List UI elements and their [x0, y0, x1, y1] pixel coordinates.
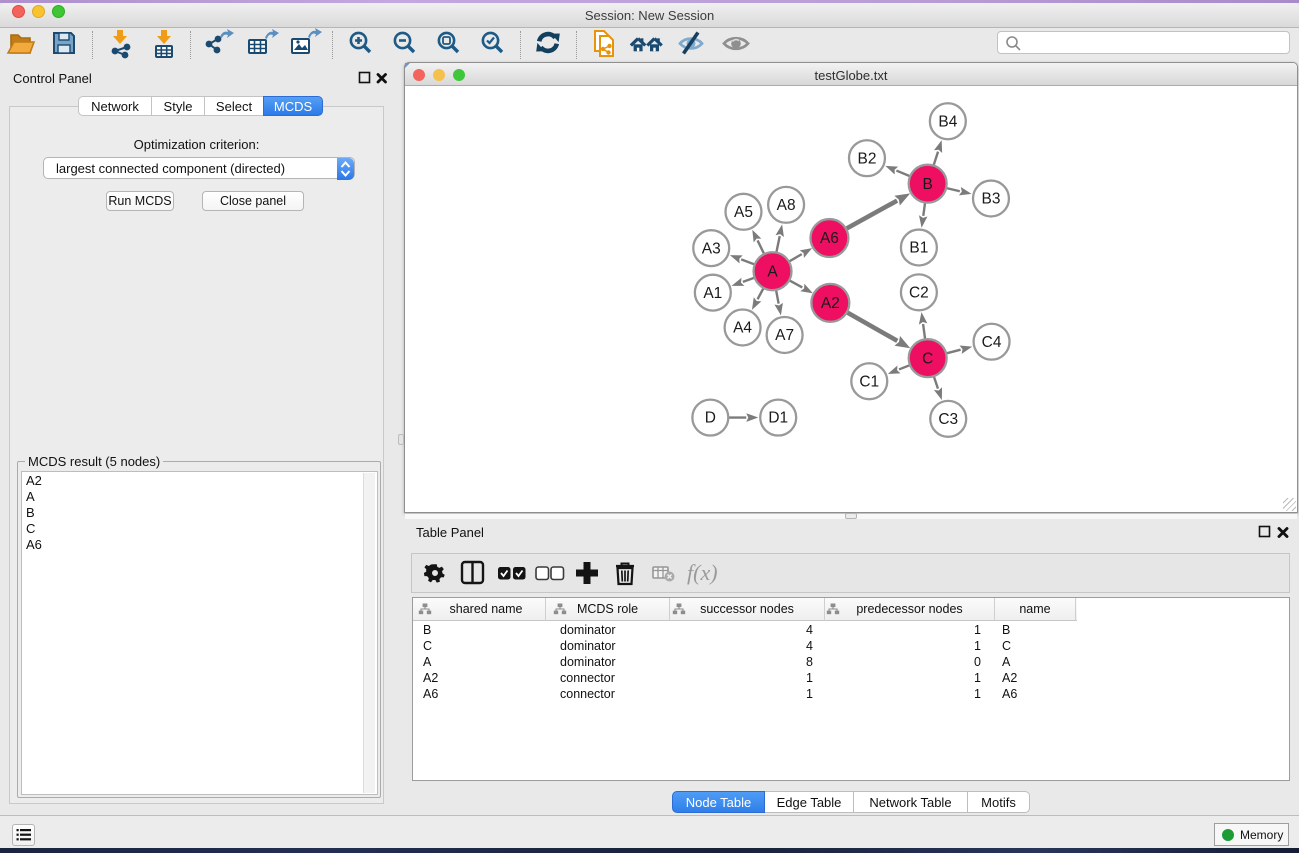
svg-text:A5: A5 — [734, 204, 753, 221]
svg-text:B3: B3 — [982, 191, 1001, 208]
svg-text:D1: D1 — [768, 410, 788, 427]
svg-text:C1: C1 — [859, 373, 879, 390]
svg-text:C2: C2 — [909, 285, 929, 302]
svg-text:A1: A1 — [703, 285, 722, 302]
svg-text:C: C — [922, 350, 933, 367]
svg-text:A2: A2 — [821, 295, 840, 312]
svg-text:B4: B4 — [938, 113, 957, 130]
svg-text:B2: B2 — [858, 150, 877, 167]
svg-text:f(x): f(x) — [687, 560, 718, 585]
svg-text:A3: A3 — [702, 240, 721, 257]
svg-text:A4: A4 — [733, 320, 752, 337]
svg-text:A6: A6 — [820, 230, 839, 247]
svg-text:D: D — [705, 410, 716, 427]
svg-text:B: B — [923, 176, 933, 193]
svg-text:B1: B1 — [909, 240, 928, 257]
svg-text:A: A — [767, 263, 778, 280]
svg-text:C4: C4 — [982, 334, 1002, 351]
svg-text:A8: A8 — [777, 197, 796, 214]
svg-text:C3: C3 — [938, 411, 958, 428]
svg-text:A7: A7 — [775, 327, 794, 344]
